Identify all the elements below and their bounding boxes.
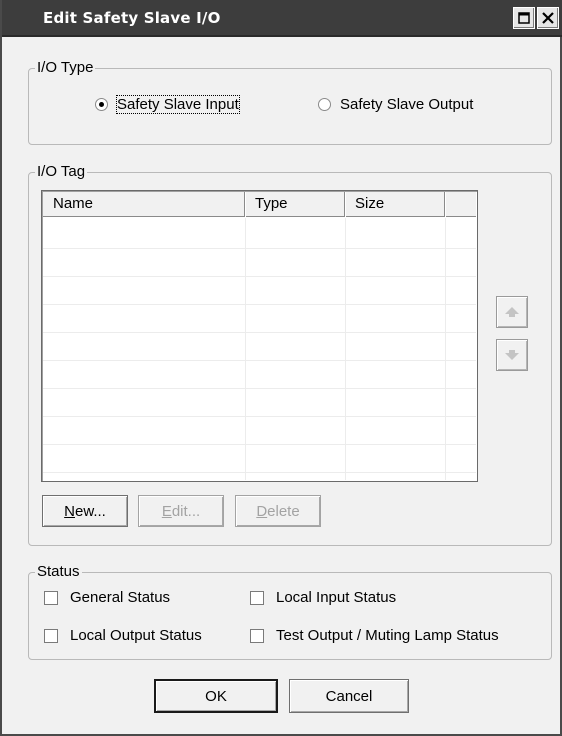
checkbox-test-output-muting-lamp-status[interactable]: Test Output / Muting Lamp Status	[250, 627, 499, 644]
grid-line	[245, 218, 246, 480]
grid-row-line	[43, 248, 476, 249]
radio-safety-slave-output[interactable]: Safety Slave Output	[318, 96, 473, 113]
arrow-down-icon	[505, 350, 519, 360]
checkbox-local-input-status[interactable]: Local Input Status	[250, 589, 396, 606]
ok-button[interactable]: OK	[154, 679, 278, 713]
grid-row-line	[43, 360, 476, 361]
grid-row-line	[43, 276, 476, 277]
list-header: Name Type Size	[43, 192, 476, 217]
edit-button[interactable]: Edit...	[138, 495, 224, 527]
column-header-name[interactable]: Name	[43, 192, 246, 217]
grid-row-line	[43, 416, 476, 417]
grid-row-line	[43, 472, 476, 473]
checkbox-label: General Status	[70, 589, 171, 606]
checkbox-box[interactable]	[250, 590, 264, 605]
restore-button[interactable]	[513, 7, 535, 29]
grid-line	[445, 218, 446, 480]
radio-label-output: Safety Slave Output	[340, 96, 474, 113]
edit-safety-slave-io-dialog: Edit Safety Slave I/O I/O Type Safety Sl…	[0, 0, 562, 736]
radio-indicator[interactable]	[318, 98, 331, 111]
close-icon	[542, 12, 554, 24]
move-down-button[interactable]	[496, 339, 528, 371]
checkbox-label: Local Input Status	[276, 589, 397, 606]
io-tag-list[interactable]: Name Type Size	[41, 190, 478, 482]
grid-row-line	[43, 332, 476, 333]
new-button[interactable]: New...	[42, 495, 128, 527]
radio-label-input: Safety Slave Input	[116, 95, 240, 114]
restore-icon	[518, 12, 530, 24]
grid-line	[345, 218, 346, 480]
io-tag-group-label: I/O Tag	[35, 163, 88, 181]
checkbox-box[interactable]	[44, 628, 58, 643]
status-group-label: Status	[35, 563, 82, 581]
column-header-size[interactable]: Size	[345, 192, 446, 217]
title-bar[interactable]: Edit Safety Slave I/O	[2, 0, 562, 37]
window-title: Edit Safety Slave I/O	[43, 9, 221, 27]
grid-row-line	[43, 444, 476, 445]
checkbox-box[interactable]	[250, 628, 264, 643]
checkbox-label: Local Output Status	[70, 627, 202, 644]
status-group: Status	[28, 563, 552, 660]
cancel-button[interactable]: Cancel	[289, 679, 409, 713]
radio-safety-slave-input[interactable]: Safety Slave Input	[95, 95, 240, 114]
grid-row-line	[43, 388, 476, 389]
checkbox-box[interactable]	[44, 590, 58, 605]
radio-indicator-selected[interactable]	[95, 98, 108, 111]
checkbox-local-output-status[interactable]: Local Output Status	[44, 627, 202, 644]
io-type-group-label: I/O Type	[35, 59, 96, 77]
move-up-button[interactable]	[496, 296, 528, 328]
checkbox-label: Test Output / Muting Lamp Status	[276, 627, 499, 644]
arrow-up-icon	[505, 307, 519, 317]
close-button[interactable]	[537, 7, 559, 29]
delete-button[interactable]: Delete	[235, 495, 321, 527]
column-header-type[interactable]: Type	[245, 192, 346, 217]
grid-row-line	[43, 304, 476, 305]
checkbox-general-status[interactable]: General Status	[44, 589, 170, 606]
